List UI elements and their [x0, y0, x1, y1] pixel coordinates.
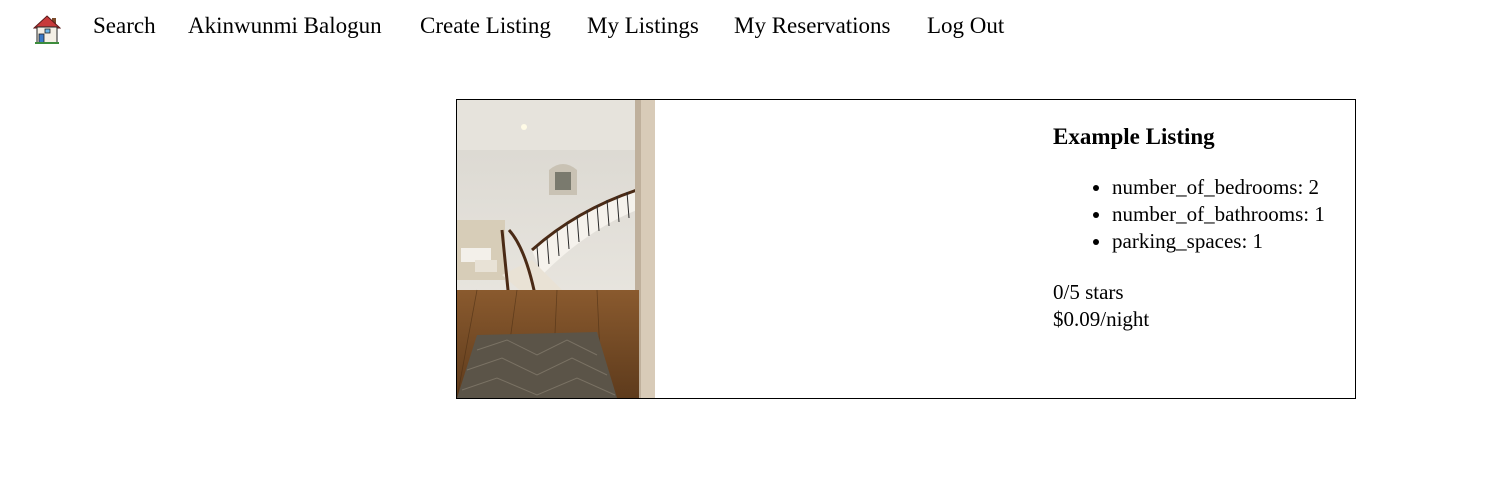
listing-card[interactable]: Example Listing number_of_bedrooms: 2 nu…: [456, 99, 1356, 399]
feature-bedrooms: number_of_bedrooms: 2: [1112, 174, 1355, 201]
nav-user-link[interactable]: Akinwunmi Balogun: [188, 11, 382, 41]
nav-search-link[interactable]: Search: [93, 11, 156, 41]
listing-price: $0.09/night: [1053, 307, 1150, 331]
nav-my-listings-link[interactable]: My Listings: [587, 11, 699, 41]
listing-info: Example Listing number_of_bedrooms: 2 nu…: [1053, 122, 1355, 333]
house-icon[interactable]: [32, 15, 62, 45]
listing-features: number_of_bedrooms: 2 number_of_bathroom…: [1053, 174, 1355, 255]
nav-logout-link[interactable]: Log Out: [927, 11, 1004, 41]
nav-create-listing-link[interactable]: Create Listing: [420, 11, 551, 41]
feature-parking: parking_spaces: 1: [1112, 228, 1355, 255]
listing-rating: 0/5 stars: [1053, 280, 1124, 304]
feature-bathrooms: number_of_bathrooms: 1: [1112, 201, 1355, 228]
top-nav: Search Akinwunmi Balogun Create Listing …: [0, 0, 1511, 56]
listing-title[interactable]: Example Listing: [1053, 122, 1355, 152]
listing-photo: [457, 100, 655, 398]
nav-my-reservations-link[interactable]: My Reservations: [734, 11, 891, 41]
